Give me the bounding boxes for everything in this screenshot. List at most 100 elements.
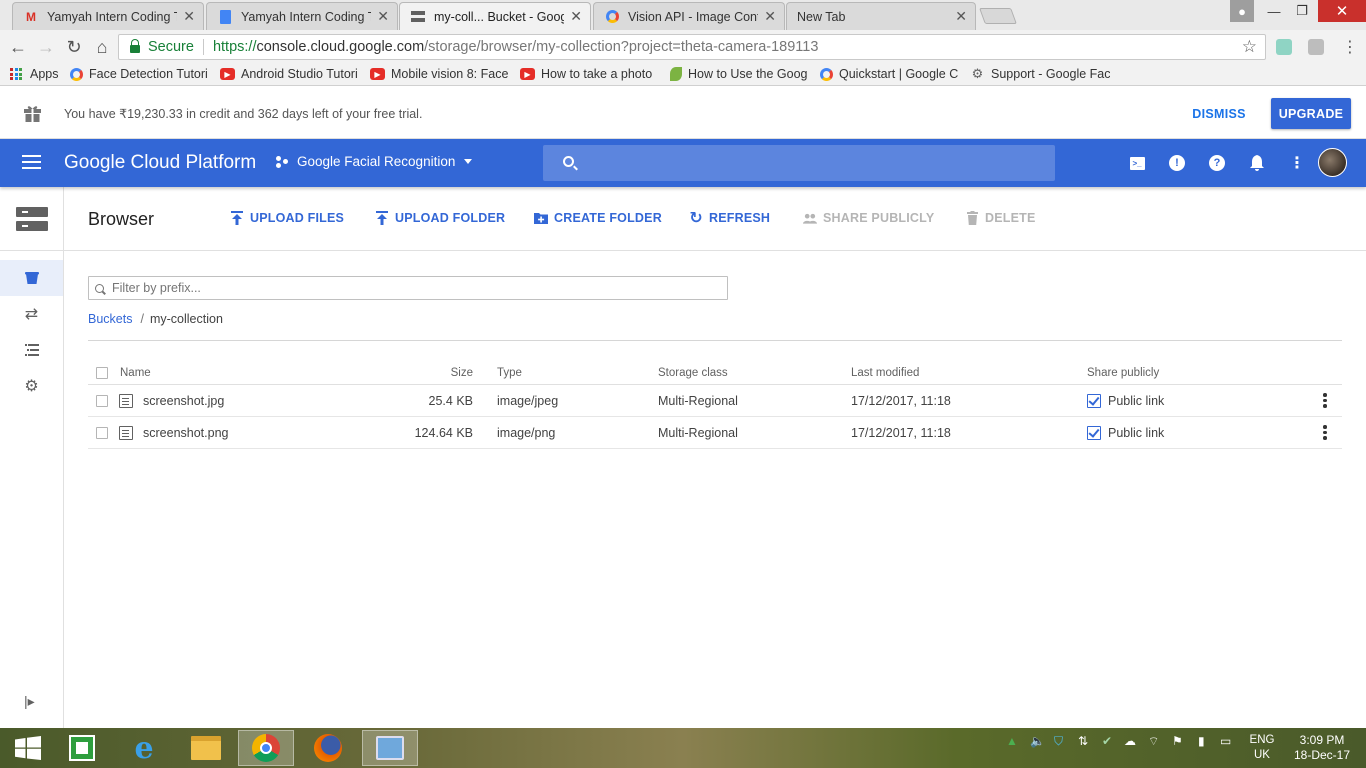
bookmark-item[interactable]: ▶ Mobile vision 8: Face <box>370 67 510 81</box>
table-row[interactable]: screenshot.png 124.64 KB image/png Multi… <box>88 417 1342 449</box>
store-icon[interactable] <box>54 730 110 766</box>
nav-browser-icon[interactable] <box>0 260 63 296</box>
reload-icon[interactable]: ↻ <box>62 35 86 59</box>
delete-button[interactable]: DELETE <box>965 211 1036 225</box>
back-arrow-icon[interactable]: ← <box>6 35 30 59</box>
new-tab-button[interactable] <box>979 8 1017 24</box>
system-clock[interactable]: 3:09 PM 18-Dec-17 <box>1290 733 1354 763</box>
extension-icon[interactable] <box>1308 39 1324 55</box>
control-panel-icon[interactable] <box>362 730 418 766</box>
close-icon[interactable]: ✕ <box>955 8 967 25</box>
row-overflow-menu[interactable] <box>1323 385 1327 416</box>
bookmark-star-icon[interactable]: ☆ <box>1242 37 1257 57</box>
tab-vision-api[interactable]: Vision API - Image Conte ✕ <box>593 2 785 30</box>
share-publicly-button[interactable]: SHARE PUBLICLY <box>803 211 934 225</box>
windows-start-icon[interactable] <box>0 730 56 766</box>
bookmark-item[interactable]: Face Detection Tutori <box>70 67 210 81</box>
product-title[interactable]: Google Cloud Platform <box>64 152 256 174</box>
create-folder-button[interactable]: CREATE FOLDER <box>534 211 662 225</box>
nav-settings-gear-icon[interactable]: ⚙ <box>0 368 63 404</box>
bookmark-item[interactable]: Quickstart | Google C <box>820 67 960 81</box>
help-icon[interactable]: ? <box>1209 155 1225 171</box>
close-icon[interactable]: ✕ <box>764 8 776 25</box>
minimize-button[interactable]: — <box>1262 0 1286 22</box>
maximize-button[interactable]: ❐ <box>1290 0 1314 22</box>
firefox-icon[interactable] <box>300 730 356 766</box>
gift-icon <box>24 106 41 122</box>
file-type: image/png <box>497 425 556 440</box>
close-icon[interactable]: ✕ <box>377 8 389 25</box>
more-vert-icon[interactable]: ⋮ <box>1287 153 1307 173</box>
bookmark-apps[interactable]: Apps <box>10 67 59 81</box>
profile-icon[interactable]: ● <box>1230 0 1254 22</box>
cloud-icon[interactable]: ☁ <box>1124 734 1136 748</box>
nav-transfer-appliance-icon[interactable] <box>0 332 63 368</box>
tray-triangle-icon[interactable]: ▲ <box>1006 734 1018 748</box>
flag-icon[interactable]: ⚑ <box>1172 734 1183 748</box>
file-explorer-icon[interactable] <box>178 730 234 766</box>
bookmark-item[interactable]: ▶ Android Studio Tutori <box>220 67 360 81</box>
column-header-size[interactable]: Size <box>388 361 473 384</box>
menu-icon[interactable] <box>22 155 41 169</box>
tab-docs[interactable]: Yamyah Intern Coding Te ✕ <box>206 2 398 30</box>
network-icon[interactable]: ⇅ <box>1078 734 1088 748</box>
avatar[interactable] <box>1318 148 1347 177</box>
address-bar[interactable]: Secure https://console.cloud.google.com /… <box>118 34 1266 60</box>
nav-transfer-icon[interactable]: ⇄ <box>0 296 63 332</box>
column-header-storage-class[interactable]: Storage class <box>658 361 728 384</box>
upload-folder-button[interactable]: UPLOAD FOLDER <box>375 211 505 225</box>
column-header-share-publicly[interactable]: Share publicly <box>1087 361 1159 384</box>
select-all-checkbox[interactable] <box>96 361 108 384</box>
cloud-shell-icon[interactable]: >_ <box>1127 153 1147 173</box>
row-checkbox[interactable] <box>96 385 108 416</box>
bookmark-item[interactable]: ▶ How to take a photo <box>520 67 660 81</box>
chrome-icon[interactable] <box>238 730 294 766</box>
battery-icon[interactable]: ▮ <box>1198 734 1205 748</box>
file-name-cell[interactable]: screenshot.jpg <box>119 385 224 416</box>
wifi-icon[interactable]: ⌔ <box>1148 734 1159 749</box>
file-icon <box>119 425 133 440</box>
window-close-button[interactable]: ✕ <box>1318 0 1366 22</box>
upgrade-button[interactable]: UPGRADE <box>1271 98 1351 129</box>
public-link-checkbox[interactable]: Public link <box>1087 417 1164 448</box>
close-icon[interactable]: ✕ <box>570 8 582 25</box>
internet-explorer-icon[interactable]: e <box>116 730 172 766</box>
breadcrumb-buckets-link[interactable]: Buckets <box>88 312 132 326</box>
tab-bucket[interactable]: my-coll... Bucket - Googl ✕ <box>399 2 591 30</box>
security-shield-icon[interactable]: ⛉ <box>1054 734 1063 749</box>
column-header-type[interactable]: Type <box>497 361 522 384</box>
column-header-name[interactable]: Name <box>120 361 151 384</box>
row-overflow-menu[interactable] <box>1323 417 1327 448</box>
bookmark-item[interactable]: ⚙ Support - Google Fac <box>970 67 1110 81</box>
file-last-modified: 17/12/2017, 11:18 <box>851 425 951 440</box>
chrome-menu-icon[interactable]: ⋮ <box>1338 35 1362 59</box>
notifications-bell-icon[interactable] <box>1247 153 1267 173</box>
table-row[interactable]: screenshot.jpg 25.4 KB image/jpeg Multi-… <box>88 385 1342 417</box>
storage-icon <box>16 207 48 231</box>
forward-arrow-icon[interactable]: → <box>34 35 58 59</box>
dismiss-button[interactable]: DISMISS <box>1180 99 1258 129</box>
upload-files-button[interactable]: UPLOAD FILES <box>230 211 344 225</box>
display-icon[interactable]: ▭ <box>1220 734 1231 748</box>
refresh-button[interactable]: ↻ REFRESH <box>689 210 771 227</box>
project-selector[interactable]: Google Facial Recognition <box>276 154 473 169</box>
search-input[interactable] <box>543 145 1055 181</box>
action-label: UPLOAD FILES <box>250 211 345 225</box>
volume-icon[interactable]: 🔈 <box>1030 734 1045 748</box>
close-icon[interactable]: ✕ <box>183 8 195 25</box>
tab-new[interactable]: New Tab ✕ <box>786 2 976 30</box>
row-checkbox[interactable] <box>96 417 108 448</box>
column-header-last-modified[interactable]: Last modified <box>851 361 919 384</box>
extension-icon[interactable] <box>1276 39 1292 55</box>
bookmark-item[interactable]: How to Use the Goog <box>670 67 810 81</box>
checkmark-icon[interactable]: ✔ <box>1102 734 1112 748</box>
input-language-indicator[interactable]: ENG UK <box>1248 733 1276 763</box>
home-icon[interactable]: ⌂ <box>90 35 114 59</box>
tab-gmail[interactable]: M Yamyah Intern Coding Te ✕ <box>12 2 204 30</box>
feedback-icon[interactable]: ! <box>1169 155 1185 171</box>
expand-nav-icon[interactable]: |▸ <box>24 693 35 710</box>
public-link-checkbox[interactable]: Public link <box>1087 385 1164 416</box>
action-label: REFRESH <box>709 211 771 225</box>
filter-input[interactable]: Filter by prefix... <box>88 276 728 300</box>
file-name-cell[interactable]: screenshot.png <box>119 417 228 448</box>
